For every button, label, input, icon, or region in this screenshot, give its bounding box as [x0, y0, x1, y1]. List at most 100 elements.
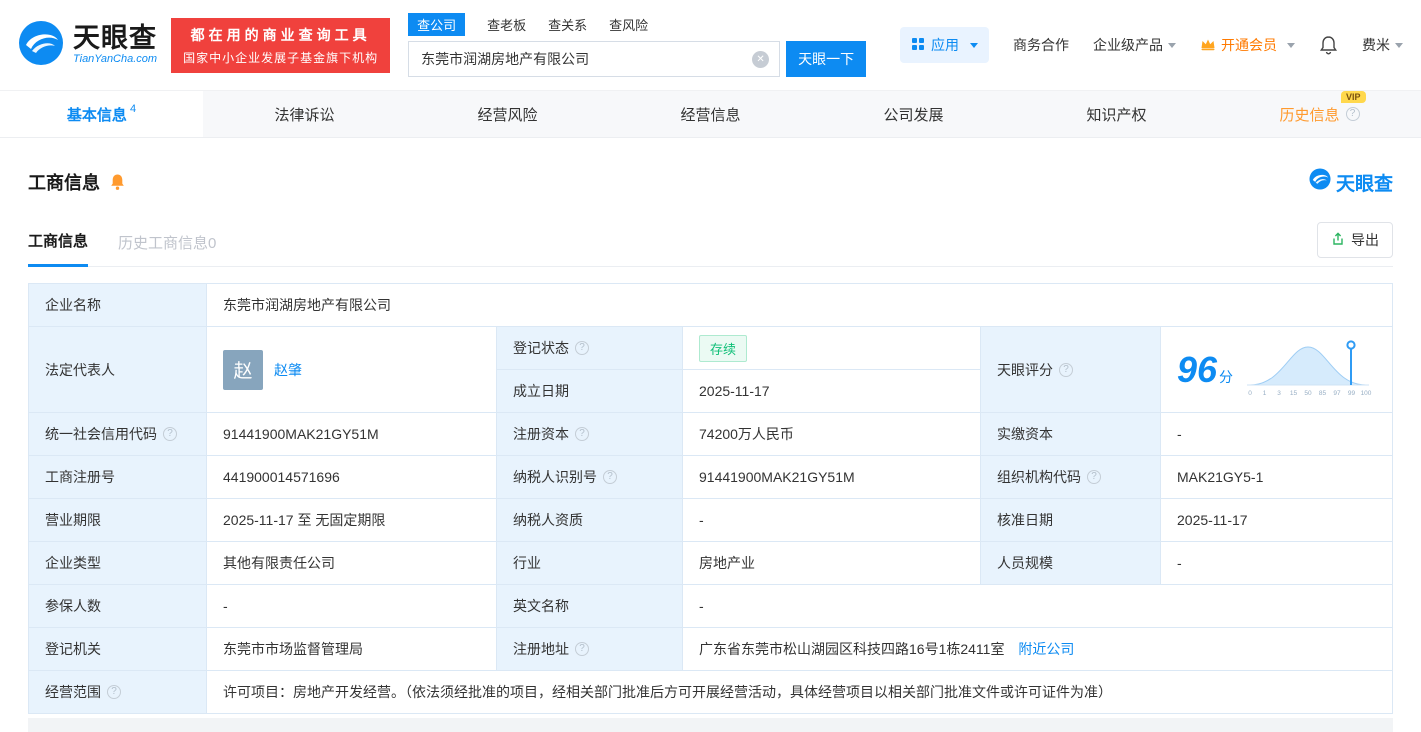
value-credit-code: 91441900MAK21GY51M	[207, 413, 497, 456]
label-english-name: 英文名称	[497, 585, 683, 628]
registration-status-label-text: 登记状态	[513, 338, 569, 358]
label-registered-address: 注册地址?	[497, 628, 683, 671]
help-icon[interactable]: ?	[1346, 107, 1360, 121]
page-bottom-strip	[28, 718, 1393, 732]
search-input[interactable]	[419, 50, 752, 68]
search-block: 查公司 查老板 查关系 查风险 ✕ 天眼一下	[408, 13, 866, 77]
score-number: 96	[1177, 349, 1217, 390]
export-button[interactable]: 导出	[1317, 222, 1393, 258]
slogan-line2: 国家中小企业发展子基金旗下机构	[183, 49, 378, 66]
label-business-scope: 经营范围?	[29, 671, 207, 714]
export-label: 导出	[1351, 230, 1379, 250]
search-tab-company[interactable]: 查公司	[408, 13, 465, 36]
subtab-business-registration[interactable]: 工商信息	[28, 230, 88, 267]
tab-company-development[interactable]: 公司发展	[812, 91, 1015, 137]
tab-history-info[interactable]: 历史信息 VIP ?	[1218, 91, 1421, 137]
search-tab-relation[interactable]: 查关系	[548, 13, 587, 36]
username-label: 费米	[1362, 35, 1390, 55]
tab-business-info[interactable]: 经营信息	[609, 91, 812, 137]
table-row: 营业期限 2025-11-17 至 无固定期限 纳税人资质 - 核准日期 202…	[29, 499, 1393, 542]
value-industry: 房地产业	[683, 542, 981, 585]
business-info-table: 企业名称 东莞市润湖房地产有限公司 法定代表人 赵 赵肇 登记状态? 存续	[28, 283, 1393, 714]
search-tab-risk[interactable]: 查风险	[609, 13, 648, 36]
tab-company-development-label: 公司发展	[883, 104, 943, 125]
apps-button[interactable]: 应用	[900, 27, 989, 63]
clear-icon[interactable]: ✕	[752, 51, 769, 68]
notification-bell-icon[interactable]	[1319, 35, 1338, 55]
subscribe-bell-icon[interactable]	[109, 173, 126, 191]
help-icon[interactable]: ?	[1059, 363, 1073, 377]
label-industry: 行业	[497, 542, 683, 585]
chevron-down-icon	[1287, 43, 1295, 48]
logo-subtitle: TianYanCha.com	[73, 54, 157, 66]
svg-text:99: 99	[1348, 390, 1356, 397]
tianyancha-logo[interactable]: 天眼查 TianYanCha.com	[18, 20, 157, 71]
help-icon[interactable]: ?	[575, 642, 589, 656]
value-approval-date: 2025-11-17	[1161, 499, 1393, 542]
subtabs-row: 工商信息 历史工商信息0 导出	[28, 222, 1393, 267]
open-vip-label: 开通会员	[1221, 35, 1277, 55]
help-icon[interactable]: ?	[107, 685, 121, 699]
tianyan-score-label-text: 天眼评分	[997, 360, 1053, 380]
label-taxpayer-qualification: 纳税人资质	[497, 499, 683, 542]
nav-business-cooperation[interactable]: 商务合作	[1013, 35, 1069, 55]
top-header: 天眼查 TianYanCha.com 都在用的商业查询工具 国家中小企业发展子基…	[0, 0, 1421, 90]
value-establishment-date: 2025-11-17	[683, 370, 981, 413]
open-vip-button[interactable]: 开通会员	[1200, 35, 1295, 55]
tab-basic-info[interactable]: 基本信息 4	[0, 91, 203, 137]
svg-text:85: 85	[1319, 390, 1327, 397]
tab-intellectual-property[interactable]: 知识产权	[1015, 91, 1218, 137]
help-icon[interactable]: ?	[575, 427, 589, 441]
nearby-companies-link[interactable]: 附近公司	[1018, 641, 1074, 657]
search-button[interactable]: 天眼一下	[786, 41, 866, 77]
chevron-down-icon	[970, 43, 978, 48]
tab-legal-proceedings-label: 法律诉讼	[274, 104, 334, 125]
value-paid-capital: -	[1161, 413, 1393, 456]
label-taxpayer-id: 纳税人识别号?	[497, 456, 683, 499]
table-row: 参保人数 - 英文名称 -	[29, 585, 1393, 628]
search-tab-boss[interactable]: 查老板	[487, 13, 526, 36]
main-content: 工商信息 天眼查 工商信息 历史工商信息0	[0, 168, 1421, 732]
tab-basic-info-label: 基本信息	[67, 104, 127, 125]
help-icon[interactable]: ?	[575, 341, 589, 355]
label-registration-number: 工商注册号	[29, 456, 207, 499]
header-nav: 应用 商务合作 企业级产品 开通会员	[900, 27, 1403, 63]
value-registered-address: 广东省东莞市松山湖园区科技四路16号1栋2411室 附近公司	[683, 628, 1393, 671]
organization-code-label-text: 组织机构代码	[997, 467, 1081, 487]
svg-text:3: 3	[1277, 390, 1281, 397]
value-registration-status: 存续	[683, 327, 981, 370]
help-icon[interactable]: ?	[163, 427, 177, 441]
label-registered-capital: 注册资本?	[497, 413, 683, 456]
value-tianyan-score: 96分 0 1 3	[1161, 327, 1393, 413]
legal-representative-avatar[interactable]: 赵	[223, 350, 263, 390]
help-icon[interactable]: ?	[603, 470, 617, 484]
label-insured-count: 参保人数	[29, 585, 207, 628]
value-registered-capital: 74200万人民币	[683, 413, 981, 456]
label-tianyan-score: 天眼评分?	[981, 327, 1161, 413]
enterprise-products-label: 企业级产品	[1093, 35, 1163, 55]
tab-legal-proceedings[interactable]: 法律诉讼	[203, 91, 406, 137]
help-icon[interactable]: ?	[1087, 470, 1101, 484]
legal-representative-link[interactable]: 赵肇	[274, 360, 302, 380]
logo-title: 天眼查	[73, 24, 157, 52]
subtab-history-registration[interactable]: 历史工商信息0	[118, 232, 216, 266]
company-tab-bar: 基本信息 4 法律诉讼 经营风险 经营信息 公司发展 知识产权 历史信息 VIP…	[0, 90, 1421, 138]
crown-icon	[1200, 37, 1216, 54]
value-business-scope: 许可项目：房地产开发经营。（依法须经批准的项目，经相关部门批准后方可开展经营活动…	[207, 671, 1393, 714]
search-input-wrap: ✕	[408, 41, 780, 77]
value-taxpayer-qualification: -	[683, 499, 981, 542]
brand-name: 天眼查	[1336, 169, 1393, 196]
table-row: 企业类型 其他有限责任公司 行业 房地产业 人员规模 -	[29, 542, 1393, 585]
label-staff-size: 人员规模	[981, 542, 1161, 585]
tianyancha-logo-icon	[18, 20, 64, 71]
value-company-name: 东莞市润湖房地产有限公司	[207, 284, 1393, 327]
tab-operational-risk[interactable]: 经营风险	[406, 91, 609, 137]
user-menu[interactable]: 费米	[1362, 35, 1403, 55]
nav-enterprise-products[interactable]: 企业级产品	[1093, 35, 1176, 55]
registered-address-text: 广东省东莞市松山湖园区科技四路16号1栋2411室	[699, 641, 1004, 657]
registered-capital-label-text: 注册资本	[513, 424, 569, 444]
credit-code-label-text: 统一社会信用代码	[45, 424, 157, 444]
subtab-history-label: 历史工商信息	[118, 235, 208, 252]
svg-text:97: 97	[1333, 390, 1341, 397]
label-registration-status: 登记状态?	[497, 327, 683, 370]
